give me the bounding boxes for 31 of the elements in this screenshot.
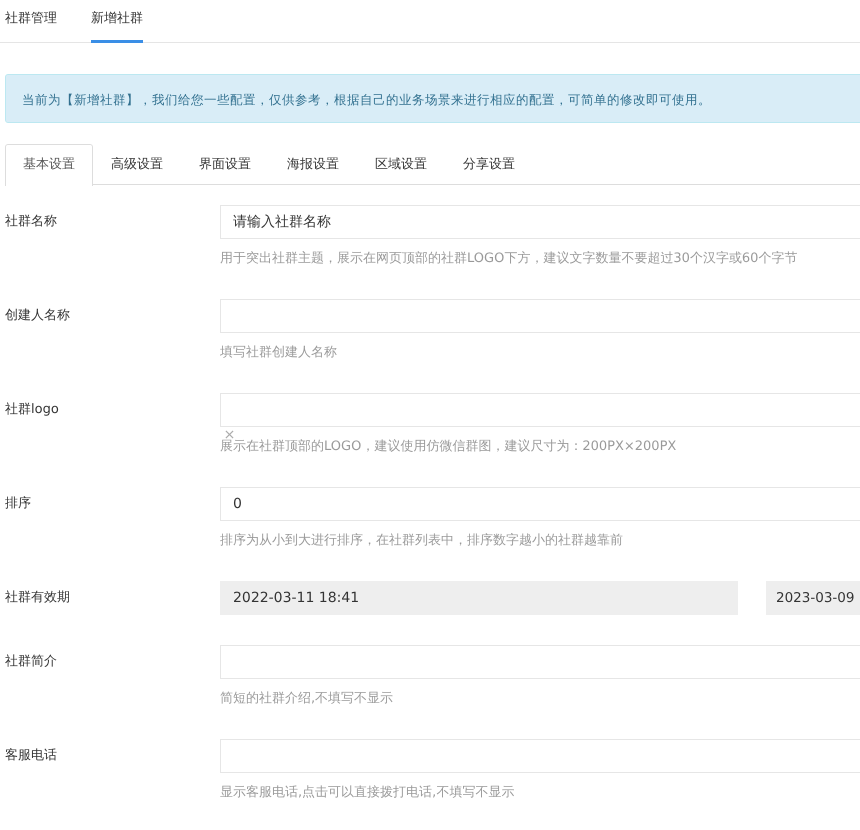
help-text: 展示在社群顶部的LOGO，建议使用仿微信群图，建议尺寸为：200PX×200PX	[220, 439, 676, 454]
field-label: 排序	[4, 495, 32, 512]
page-tab[interactable]: 社群管理	[5, 0, 57, 43]
settings-tab[interactable]: 分享设置	[445, 144, 533, 184]
help-text: 填写社群创建人名称	[220, 345, 337, 360]
text-field[interactable]	[220, 299, 860, 333]
settings-tab[interactable]: 区域设置	[357, 144, 445, 184]
page-tab[interactable]: 新增社群	[91, 0, 143, 43]
close-icon[interactable]	[225, 430, 234, 439]
settings-tab[interactable]: 高级设置	[93, 144, 181, 184]
text-field[interactable]: 请输入社群名称	[220, 205, 860, 239]
text-field[interactable]	[220, 393, 860, 427]
settings-tab[interactable]: 界面设置	[181, 144, 269, 184]
field-label: 社群logo	[4, 401, 60, 418]
help-text: 显示客服电话,点击可以直接拨打电话,不填写不显示	[220, 785, 514, 800]
field-label: 客服电话	[4, 747, 58, 764]
settings-tab[interactable]: 海报设置	[269, 144, 357, 184]
help-text: 排序为从小到大进行排序，在社群列表中，排序数字越小的社群越靠前	[220, 533, 623, 548]
field-label: 社群简介	[4, 653, 58, 670]
field-label: 创建人名称	[4, 307, 71, 324]
field-label: 社群名称	[4, 213, 58, 230]
info-alert: 当前为【新增社群】，我们给您一些配置，仅供参考，根据自己的业务场景来进行相应的配置，可简单的修改即可使用。	[5, 74, 860, 123]
help-text: 简短的社群介绍,不填写不显示	[220, 691, 394, 706]
field-label: 社群有效期	[4, 589, 71, 606]
end-date-field[interactable]: 2023-03-09	[766, 581, 860, 615]
text-field[interactable]	[220, 739, 860, 773]
help-text: 用于突出社群主题，展示在网页顶部的社群LOGO下方，建议文字数量不要超过30个汉字或60个字节	[220, 251, 798, 266]
text-field[interactable]	[220, 645, 860, 679]
text-field[interactable]: 0	[220, 487, 860, 521]
start-date-field[interactable]: 2022-03-11 18:41	[220, 581, 738, 615]
settings-tab[interactable]: 基本设置	[5, 144, 93, 186]
